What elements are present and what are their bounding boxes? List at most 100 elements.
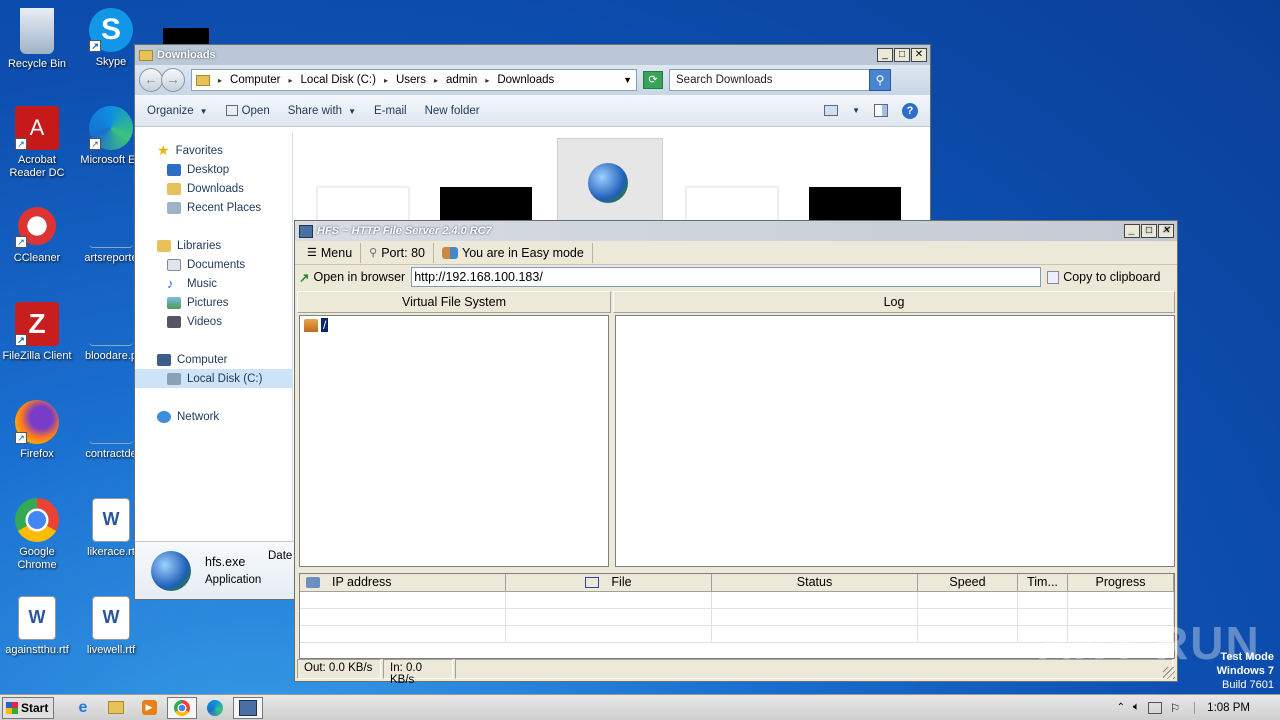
desktop-icon-livewell[interactable]: W livewell.rtf bbox=[74, 596, 148, 657]
address-bar[interactable]: ▸ Computer ▸ Local Disk (C:) ▸ Users ▸ a… bbox=[191, 69, 637, 91]
network-icon bbox=[306, 577, 320, 589]
hfs-titlebar[interactable]: HFS ~ HTTP File Server 2.4.0 RC7 _ □ ✕ bbox=[295, 221, 1177, 241]
desktop-icon-recycle-bin[interactable]: Recycle Bin bbox=[0, 8, 74, 71]
chevron-down-icon[interactable]: ▼ bbox=[623, 75, 632, 85]
back-button[interactable]: ← bbox=[139, 68, 163, 92]
vfs-root-label: / bbox=[321, 318, 329, 332]
word-doc-icon: W bbox=[92, 596, 130, 640]
taskbar-ie[interactable]: e bbox=[68, 697, 98, 719]
home-icon bbox=[304, 318, 318, 332]
open-button[interactable]: Open bbox=[225, 105, 270, 117]
preview-pane-icon[interactable] bbox=[874, 104, 888, 117]
desktop-icon-label: livewell.rtf bbox=[86, 644, 136, 656]
taskbar-media-player[interactable]: ▶ bbox=[134, 697, 164, 719]
mode-button[interactable]: You are in Easy mode bbox=[434, 242, 593, 263]
port-icon: ⚲ bbox=[369, 247, 378, 259]
column-progress[interactable]: Progress bbox=[1068, 574, 1174, 592]
chevron-down-icon[interactable]: ▼ bbox=[852, 106, 860, 115]
nav-downloads[interactable]: Downloads bbox=[135, 179, 292, 198]
column-speed[interactable]: Speed bbox=[918, 574, 1018, 592]
close-button[interactable]: ✕ bbox=[911, 48, 927, 62]
minimize-button[interactable]: _ bbox=[877, 48, 893, 62]
search-icon[interactable]: ⚲ bbox=[869, 69, 891, 91]
volume-icon[interactable]: 🔈︎ bbox=[1133, 701, 1140, 714]
file-thumbnail-hfs-selected[interactable] bbox=[557, 138, 663, 222]
new-folder-button[interactable]: New folder bbox=[425, 105, 480, 117]
taskbar-hfs[interactable] bbox=[233, 696, 263, 719]
file-thumbnail[interactable] bbox=[686, 187, 778, 221]
nav-music[interactable]: ♪ Music bbox=[135, 274, 292, 293]
nav-computer[interactable]: Computer bbox=[135, 350, 292, 369]
nav-documents[interactable]: Documents bbox=[135, 255, 292, 274]
file-icon bbox=[585, 577, 600, 589]
clipboard-icon bbox=[1047, 270, 1060, 284]
desktop-icon-chrome[interactable]: Google Chrome bbox=[0, 498, 74, 572]
port-button[interactable]: ⚲ Port: 80 bbox=[361, 242, 434, 263]
desktop-icon-filezilla[interactable]: Z ↗ FileZilla Client bbox=[0, 302, 74, 363]
clock[interactable]: 1:08 PM bbox=[1194, 701, 1274, 714]
flag-icon[interactable]: ⚐ bbox=[1170, 701, 1180, 715]
nav-videos[interactable]: Videos bbox=[135, 312, 292, 331]
search-input[interactable]: Search Downloads ⚲ bbox=[669, 69, 891, 91]
url-field[interactable]: http://192.168.100.183/ bbox=[411, 267, 1042, 287]
nav-desktop[interactable]: Desktop bbox=[135, 160, 292, 179]
taskbar-explorer[interactable] bbox=[101, 697, 131, 719]
desktop-icon-againstthu[interactable]: W againstthu.rtf bbox=[0, 596, 74, 657]
organize-button[interactable]: Organize ▼ bbox=[147, 105, 208, 117]
desktop-icon-label: FileZilla Client bbox=[2, 350, 72, 362]
maximize-button[interactable]: □ bbox=[894, 48, 910, 62]
desktop-icon-ccleaner[interactable]: ↗ CCleaner bbox=[0, 204, 74, 265]
details-filetype: Application bbox=[205, 574, 262, 586]
open-in-browser-button[interactable]: ↗ Open in browser bbox=[299, 270, 405, 285]
taskbar-edge[interactable] bbox=[200, 697, 230, 719]
nav-network[interactable]: Network bbox=[135, 407, 292, 426]
nav-pictures[interactable]: Pictures bbox=[135, 293, 292, 312]
column-status[interactable]: Status bbox=[712, 574, 918, 592]
details-date-label: Date bbox=[268, 550, 293, 562]
breadcrumb-item[interactable]: Local Disk (C:) bbox=[301, 74, 376, 86]
minimize-button[interactable]: _ bbox=[1124, 224, 1140, 238]
log-pane[interactable] bbox=[615, 315, 1175, 567]
nav-recent-places[interactable]: Recent Places bbox=[135, 198, 292, 217]
share-with-button[interactable]: Share with ▼ bbox=[288, 105, 356, 117]
close-button[interactable]: ✕ bbox=[1158, 224, 1174, 238]
breadcrumb-item[interactable]: admin bbox=[446, 74, 477, 86]
breadcrumb-item[interactable]: Computer bbox=[230, 74, 281, 86]
file-thumbnail[interactable] bbox=[809, 187, 901, 221]
firefox-icon: ↗ bbox=[15, 400, 59, 444]
start-button[interactable]: Start bbox=[2, 696, 54, 719]
explorer-titlebar[interactable]: Downloads _ □ ✕ bbox=[135, 45, 930, 65]
windows-logo-icon bbox=[6, 701, 18, 714]
vfs-root-item[interactable]: / bbox=[304, 318, 329, 332]
copy-to-clipboard-button[interactable]: Copy to clipboard bbox=[1047, 270, 1160, 284]
show-hidden-icons[interactable]: ⌃ bbox=[1117, 702, 1125, 713]
nav-libraries[interactable]: Libraries bbox=[135, 236, 292, 255]
desktop-icon-label: Recycle Bin bbox=[7, 58, 67, 70]
nav-favorites[interactable]: ★ Favorites bbox=[135, 141, 292, 160]
file-thumbnail[interactable] bbox=[317, 187, 409, 221]
desktop-icon-firefox[interactable]: ↗ Firefox bbox=[0, 400, 74, 461]
maximize-button[interactable]: □ bbox=[1141, 224, 1157, 238]
desktop-icon-acrobat[interactable]: A ↗ Acrobat Reader DC bbox=[0, 106, 74, 180]
nav-local-disk[interactable]: Local Disk (C:) bbox=[135, 369, 292, 388]
file-thumbnail[interactable] bbox=[440, 187, 532, 221]
column-time[interactable]: Tim... bbox=[1018, 574, 1068, 592]
email-button[interactable]: E-mail bbox=[374, 105, 407, 117]
videos-icon bbox=[167, 315, 181, 328]
vfs-pane[interactable]: / bbox=[299, 315, 609, 567]
help-icon[interactable]: ? bbox=[902, 102, 918, 119]
menu-button[interactable]: ☰ Menu bbox=[299, 242, 362, 263]
column-ip-address[interactable]: IP address bbox=[300, 574, 506, 592]
command-bar: Organize ▼ Open Share with ▼ E-mail New fo… bbox=[135, 95, 930, 127]
network-status-icon[interactable] bbox=[1147, 701, 1162, 714]
forward-button[interactable]: → bbox=[161, 68, 185, 92]
desktop-icon bbox=[167, 163, 181, 176]
column-file[interactable]: File bbox=[506, 574, 712, 592]
breadcrumb-item[interactable]: Downloads bbox=[497, 74, 554, 86]
file-icon bbox=[89, 302, 133, 346]
breadcrumb-item[interactable]: Users bbox=[396, 74, 426, 86]
hfs-window[interactable]: HFS ~ HTTP File Server 2.4.0 RC7 _ □ ✕ ☰… bbox=[294, 220, 1178, 686]
refresh-button[interactable]: ⟳ bbox=[643, 71, 663, 89]
taskbar-chrome[interactable] bbox=[167, 696, 197, 719]
view-icon[interactable] bbox=[824, 105, 839, 116]
